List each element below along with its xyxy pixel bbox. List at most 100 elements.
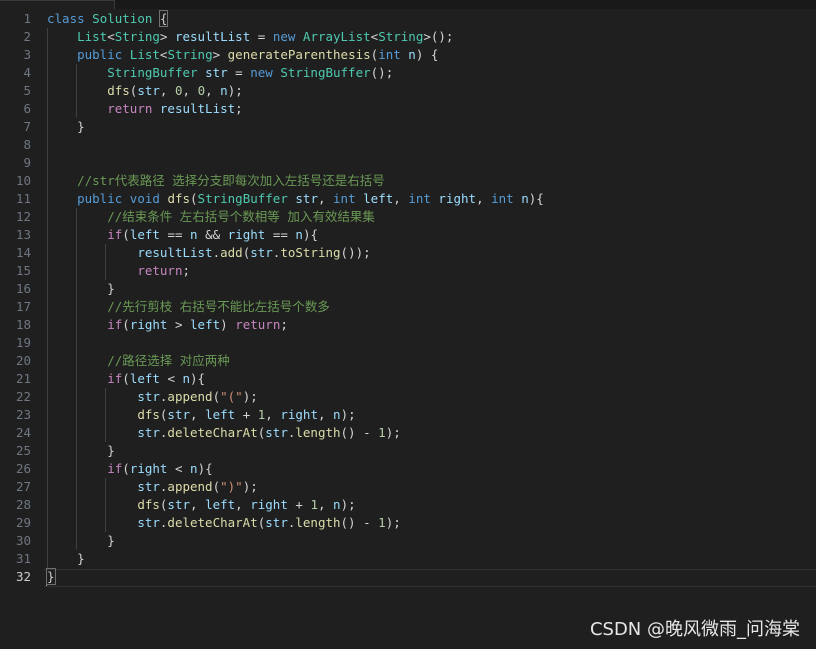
code-line[interactable]: 14 resultList.add(str.toString()); — [0, 244, 816, 262]
code-text: } — [47, 118, 85, 136]
code-token: (); — [370, 65, 394, 80]
code-token: resultList — [159, 101, 236, 116]
code-editor[interactable]: 1 class Solution {2 List<String> resultLi… — [0, 10, 816, 649]
line-number: 5 — [23, 83, 31, 98]
code-line[interactable]: 27 str.append(")"); — [0, 478, 816, 496]
code-line[interactable]: 32} — [0, 568, 816, 586]
code-token: str — [137, 389, 160, 404]
line-number: 31 — [15, 551, 31, 566]
code-token: left — [205, 497, 236, 512]
code-text: StringBuffer str = new StringBuffer(); — [47, 64, 393, 82]
code-text: if(right < n){ — [47, 460, 212, 478]
code-token: //先行剪枝 右括号不能比左括号个数多 — [107, 299, 330, 314]
line-number: 7 — [23, 119, 31, 134]
code-line[interactable]: 18 if(right > left) return; — [0, 316, 816, 334]
code-token: && — [197, 227, 228, 242]
code-token: + — [235, 407, 258, 422]
line-number: 23 — [15, 407, 31, 422]
code-token: ){ — [528, 191, 544, 206]
code-token: ; — [280, 317, 288, 332]
code-token: () - — [340, 425, 379, 440]
code-line[interactable]: 24 str.deleteCharAt(str.length() - 1); — [0, 424, 816, 442]
code-token: 0 — [174, 83, 183, 98]
line-number: 30 — [15, 533, 31, 548]
code-line[interactable]: 10 //str代表路径 选择分支即每次加入左括号还是右括号 — [0, 172, 816, 190]
code-line[interactable]: 1 class Solution { — [0, 10, 816, 28]
code-token: , — [317, 191, 334, 206]
code-token: } — [47, 533, 115, 548]
line-number: 20 — [15, 353, 31, 368]
code-line[interactable]: 17 //先行剪枝 右括号不能比左括号个数多 — [0, 298, 816, 316]
code-line[interactable]: 22 str.append("("); — [0, 388, 816, 406]
code-text: if(left == n && right == n){ — [47, 226, 318, 244]
code-line[interactable]: 11 public void dfs(StringBuffer str, int… — [0, 190, 816, 208]
code-line[interactable]: 4 StringBuffer str = new StringBuffer(); — [0, 64, 816, 82]
code-line[interactable]: 28 dfs(str, left, right + 1, n); — [0, 496, 816, 514]
code-line[interactable]: 5 dfs(str, 0, 0, n); — [0, 82, 816, 100]
code-token: if — [107, 461, 123, 476]
code-token: ()); — [340, 245, 371, 260]
line-number: 10 — [15, 173, 31, 188]
code-token: return — [235, 317, 281, 332]
code-text: dfs(str, 0, 0, n); — [47, 82, 243, 100]
code-token: } — [47, 551, 85, 566]
code-line[interactable]: 12 //结束条件 左右括号个数相等 加入有效结果集 — [0, 208, 816, 226]
code-token: left — [129, 227, 160, 242]
line-number: 24 — [15, 425, 31, 440]
code-token: , — [190, 407, 206, 422]
code-token: right — [438, 191, 477, 206]
code-line[interactable]: 15 return; — [0, 262, 816, 280]
code-line[interactable]: 30 } — [0, 532, 816, 550]
code-line[interactable]: 29 str.deleteCharAt(str.length() - 1); — [0, 514, 816, 532]
code-line[interactable]: 23 dfs(str, left + 1, right, n); — [0, 406, 816, 424]
code-token: ( — [212, 389, 221, 404]
code-token: if — [107, 227, 123, 242]
code-line[interactable]: 26 if(right < n){ — [0, 460, 816, 478]
code-line[interactable]: 16 } — [0, 280, 816, 298]
code-line[interactable]: 19 — [0, 334, 816, 352]
code-token: str — [137, 425, 160, 440]
code-text: str.append("("); — [47, 388, 258, 406]
code-token: ) — [220, 317, 236, 332]
code-token: //str代表路径 选择分支即每次加入左括号还是右括号 — [77, 173, 385, 188]
code-line[interactable]: 7 } — [0, 118, 816, 136]
code-token: public — [77, 191, 123, 206]
code-line[interactable]: 9 — [0, 154, 816, 172]
code-token: dfs — [167, 191, 191, 206]
code-token: List — [77, 29, 108, 44]
line-number: 29 — [15, 515, 31, 530]
code-token: StringBuffer — [197, 191, 288, 206]
line-number: 11 — [15, 191, 31, 206]
editor-tab[interactable] — [0, 0, 115, 9]
code-token: str — [167, 497, 190, 512]
line-number: 13 — [15, 227, 31, 242]
code-token: //路径选择 对应两种 — [107, 353, 230, 368]
code-line[interactable]: 3 public List<String> generateParenthesi… — [0, 46, 816, 64]
line-number: 4 — [23, 65, 31, 80]
code-line[interactable]: 13 if(left == n && right == n){ — [0, 226, 816, 244]
code-line[interactable]: 20 //路径选择 对应两种 — [0, 352, 816, 370]
code-token: > — [212, 47, 228, 62]
line-number: 32 — [15, 569, 31, 584]
code-token: } — [46, 568, 56, 585]
code-line[interactable]: 2 List<String> resultList = new ArrayLis… — [0, 28, 816, 46]
code-line[interactable]: 25 } — [0, 442, 816, 460]
line-number: 15 — [15, 263, 31, 278]
code-token: ); — [242, 389, 258, 404]
code-line[interactable]: 8 — [0, 136, 816, 154]
editor-tab-strip — [0, 0, 816, 9]
code-text: } — [47, 550, 85, 568]
code-token: < — [159, 371, 183, 386]
code-line[interactable]: 6 return resultList; — [0, 100, 816, 118]
code-line[interactable]: 31 } — [0, 550, 816, 568]
code-token: str — [250, 245, 273, 260]
code-line[interactable]: 21 if(left < n){ — [0, 370, 816, 388]
